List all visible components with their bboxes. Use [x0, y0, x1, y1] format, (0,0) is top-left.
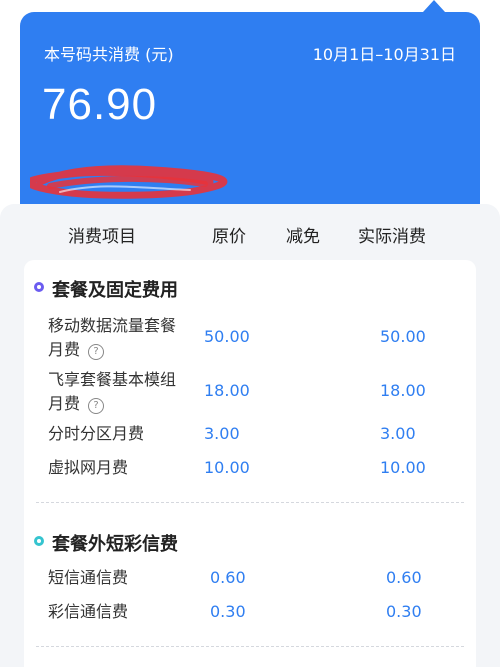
row-original: 0.60 — [210, 568, 246, 587]
popover-notch — [423, 0, 445, 12]
header-original: 原价 — [212, 227, 246, 247]
header-discount: 减免 — [286, 227, 320, 247]
section-divider — [36, 502, 464, 503]
row-name: 短信通信费 — [48, 568, 129, 587]
help-icon[interactable]: ? — [88, 398, 105, 414]
row-original: 0.30 — [210, 602, 246, 621]
row-actual: 10.00 — [380, 458, 426, 477]
section-divider — [36, 646, 464, 647]
header-actual: 实际消费 — [358, 227, 426, 247]
row-actual: 0.60 — [386, 568, 422, 587]
section-title: 套餐及固定费用 — [52, 280, 178, 301]
total-amount: 76.90 — [42, 80, 158, 129]
header-item: 消费项目 — [68, 227, 136, 247]
bill-details-panel: 消费项目 原价 减免 实际消费 套餐及固定费用 移动数据流量套餐 月费? 50.… — [0, 204, 500, 670]
date-range[interactable]: 10月1日–10月31日 — [313, 41, 456, 65]
row-actual: 50.00 — [380, 327, 426, 346]
section-title: 套餐外短彩信费 — [52, 534, 178, 555]
row-name: 分时分区月费 — [48, 424, 145, 443]
row-original: 50.00 — [204, 327, 250, 346]
row-name: 虚拟网月费 — [48, 458, 129, 477]
help-icon[interactable]: ? — [88, 344, 105, 360]
row-actual: 3.00 — [380, 424, 416, 443]
row-name: 移动数据流量套餐 月费? — [48, 316, 177, 360]
row-actual: 18.00 — [380, 381, 426, 400]
bill-summary-card: 本号码共消费 (元) 10月1日–10月31日 76.90 — [20, 12, 480, 232]
row-original: 18.00 — [204, 381, 250, 400]
table-header: 消费项目 原价 减免 实际消费 — [0, 204, 500, 260]
row-original: 3.00 — [204, 424, 240, 443]
section-package-fixed: 套餐及固定费用 移动数据流量套餐 月费? 50.00 50.00 飞享套餐基本模… — [24, 260, 476, 525]
section-sms-mms: 套餐外短彩信费 短信通信费 0.60 0.60 彩信通信费 0.30 0.30 — [24, 510, 476, 670]
row-actual: 0.30 — [386, 602, 422, 621]
row-name: 飞享套餐基本模组 月费? — [48, 370, 177, 414]
total-label: 本号码共消费 (元) — [44, 45, 174, 64]
row-name: 彩信通信费 — [48, 602, 129, 621]
redaction-scribble — [30, 165, 228, 199]
row-original: 10.00 — [204, 458, 250, 477]
